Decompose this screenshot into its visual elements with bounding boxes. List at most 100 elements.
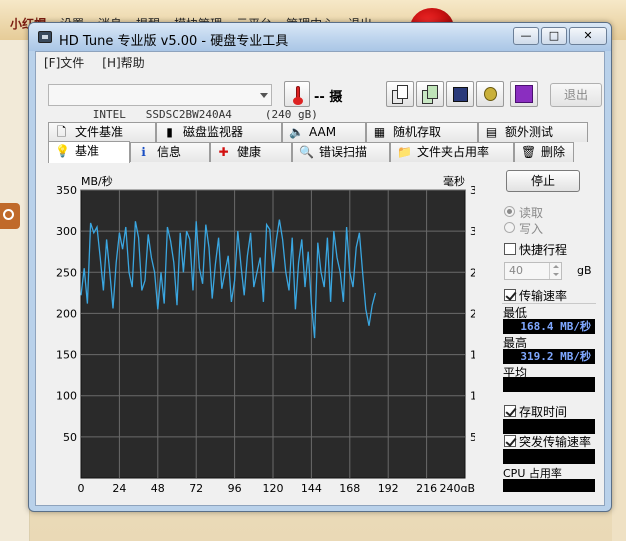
tab-aam[interactable]: 🔈 AAM — [282, 122, 366, 142]
health-icon: ✚ — [218, 145, 229, 159]
read-label: 读取 — [519, 206, 544, 220]
chevron-down-icon — [260, 93, 268, 98]
speaker-icon: 🔈 — [289, 125, 304, 139]
disk-monitor-icon: ▮ — [166, 125, 173, 139]
y-tick-label: 100 — [56, 390, 77, 403]
extra-tests-icon: ▤ — [485, 125, 498, 139]
max-value: 319.2 MB/秒 — [503, 349, 595, 364]
download-icon — [515, 85, 533, 103]
burst-rate-checkbox[interactable] — [504, 435, 516, 447]
x-tick-label: 168 — [339, 482, 360, 492]
tab-extra-tests[interactable]: ▤ 额外测试 — [478, 122, 588, 142]
background-left-column — [0, 40, 30, 541]
tab-disk-monitor[interactable]: ▮ 磁盘监视器 — [156, 122, 282, 142]
y-tick-label: 350 — [56, 184, 77, 197]
tab-label: 基准 — [75, 144, 100, 158]
y-tick-label: 50 — [63, 431, 77, 444]
drive-select[interactable]: INTEL SSDSC2BW240A4 (240 gB) — [48, 84, 318, 121]
x-tick-label: 144 — [301, 482, 322, 492]
short-stroke-value: 40 — [509, 264, 523, 277]
benchmark-icon: 💡 — [55, 144, 70, 158]
read-radio[interactable] — [504, 206, 515, 217]
x-tick-label: 120 — [263, 482, 284, 492]
thermometer-icon[interactable] — [284, 81, 310, 107]
x-tick-label: 216 — [416, 482, 437, 492]
temperature-readout: -- 摄 — [314, 90, 343, 105]
download-button[interactable] — [510, 81, 538, 107]
tab-health[interactable]: ✚ 健康 — [210, 142, 292, 162]
copy-image-button[interactable] — [416, 81, 444, 107]
x-tick-label: 0 — [78, 482, 85, 492]
access-time-value — [503, 419, 595, 434]
short-stroke-stepper[interactable]: 40 — [504, 262, 562, 280]
menu-help[interactable]: [H]帮助 — [102, 54, 144, 71]
stepper-down-icon[interactable] — [549, 271, 561, 279]
menu-file[interactable]: [F]文件 — [44, 54, 84, 71]
minimize-button[interactable]: — — [513, 27, 539, 45]
stepper-up-icon[interactable] — [549, 263, 561, 271]
tab-label: 磁盘监视器 — [183, 125, 244, 139]
benchmark-panel: 5051001015015200202502530030350350244872… — [45, 162, 613, 492]
tab-label: 额外测试 — [505, 125, 554, 139]
options-button[interactable] — [476, 81, 504, 107]
write-radio[interactable] — [504, 222, 515, 233]
tab-folder-usage[interactable]: 📁 文件夹占用率 — [390, 142, 514, 162]
tab-label: 删除 — [541, 145, 566, 159]
exit-button[interactable]: 退出 — [550, 83, 602, 107]
tab-label: 健康 — [237, 145, 262, 159]
title-bar[interactable]: HD Tune 专业版 v5.00 - 硬盘专业工具 — □ ✕ — [29, 23, 611, 51]
error-scan-icon: 🔍 — [299, 145, 314, 159]
short-stroke-unit: gB — [577, 264, 592, 277]
window-title: HD Tune 专业版 v5.00 - 硬盘专业工具 — [59, 34, 289, 49]
stop-button[interactable]: 停止 — [506, 170, 580, 192]
tab-label: 错误扫描 — [319, 145, 368, 159]
close-button[interactable]: ✕ — [569, 27, 607, 45]
avg-value — [503, 377, 595, 392]
menu-bar: [F]文件 [H]帮助 — [36, 52, 604, 72]
tab-row-top: 🗋 文件基准 ▮ 磁盘监视器 🔈 AAM ▦ 随机存取 ▤ 额外测试 — [48, 122, 588, 142]
maximize-button[interactable]: □ — [541, 27, 567, 45]
access-time-checkbox[interactable] — [504, 405, 516, 417]
folder-usage-icon: 📁 — [397, 145, 412, 159]
save-button[interactable] — [446, 81, 474, 107]
save-icon — [453, 87, 468, 102]
y2-tick-label: 10 — [470, 390, 475, 403]
tab-benchmark[interactable]: 💡 基准 — [48, 141, 130, 163]
app-icon — [38, 31, 52, 43]
transfer-rate-label: 传输速率 — [519, 289, 568, 303]
short-stroke-checkbox[interactable] — [504, 243, 516, 255]
tab-row-bottom: 💡 基准 ℹ 信息 ✚ 健康 🔍 错误扫描 📁 文件夹占用率 🗑 删除 — [48, 141, 574, 163]
x-tick-label: 192 — [378, 482, 399, 492]
tab-error-scan[interactable]: 🔍 错误扫描 — [292, 142, 390, 162]
tab-erase[interactable]: 🗑 删除 — [514, 142, 574, 162]
y-axis-label: MB/秒 — [81, 174, 113, 188]
y2-tick-label: 15 — [470, 349, 475, 362]
y-tick-label: 200 — [56, 307, 77, 320]
y2-tick-label: 35 — [470, 184, 475, 197]
options-icon — [484, 87, 497, 101]
info-icon: ℹ — [141, 145, 146, 159]
tab-label: 随机存取 — [393, 125, 442, 139]
x-tick-label: 48 — [151, 482, 165, 492]
tab-info[interactable]: ℹ 信息 — [130, 142, 210, 162]
y2-axis-label: 毫秒 — [443, 174, 465, 188]
tab-file-benchmark[interactable]: 🗋 文件基准 — [48, 122, 156, 142]
burst-rate-label: 突发传输速率 — [519, 435, 592, 449]
x-tick-label: 24 — [112, 482, 126, 492]
tab-label: 信息 — [157, 145, 182, 159]
tab-label: AAM — [309, 125, 337, 139]
short-stroke-label: 快捷行程 — [519, 243, 568, 257]
y2-tick-label: 5 — [470, 431, 475, 444]
transfer-rate-checkbox[interactable] — [504, 289, 516, 301]
cpu-usage-value — [503, 479, 595, 492]
benchmark-chart: 5051001015015200202502530030350350244872… — [56, 174, 475, 492]
y2-tick-label: 30 — [470, 225, 475, 238]
background-right-column — [612, 40, 626, 541]
tab-random-access[interactable]: ▦ 随机存取 — [366, 122, 478, 142]
copy-text-button[interactable] — [386, 81, 414, 107]
file-benchmark-icon: 🗋 — [56, 125, 67, 139]
search-icon[interactable] — [0, 203, 20, 229]
x-tick-label: 240gB — [439, 482, 475, 492]
erase-icon: 🗑 — [521, 145, 537, 159]
y2-tick-label: 25 — [470, 266, 475, 279]
